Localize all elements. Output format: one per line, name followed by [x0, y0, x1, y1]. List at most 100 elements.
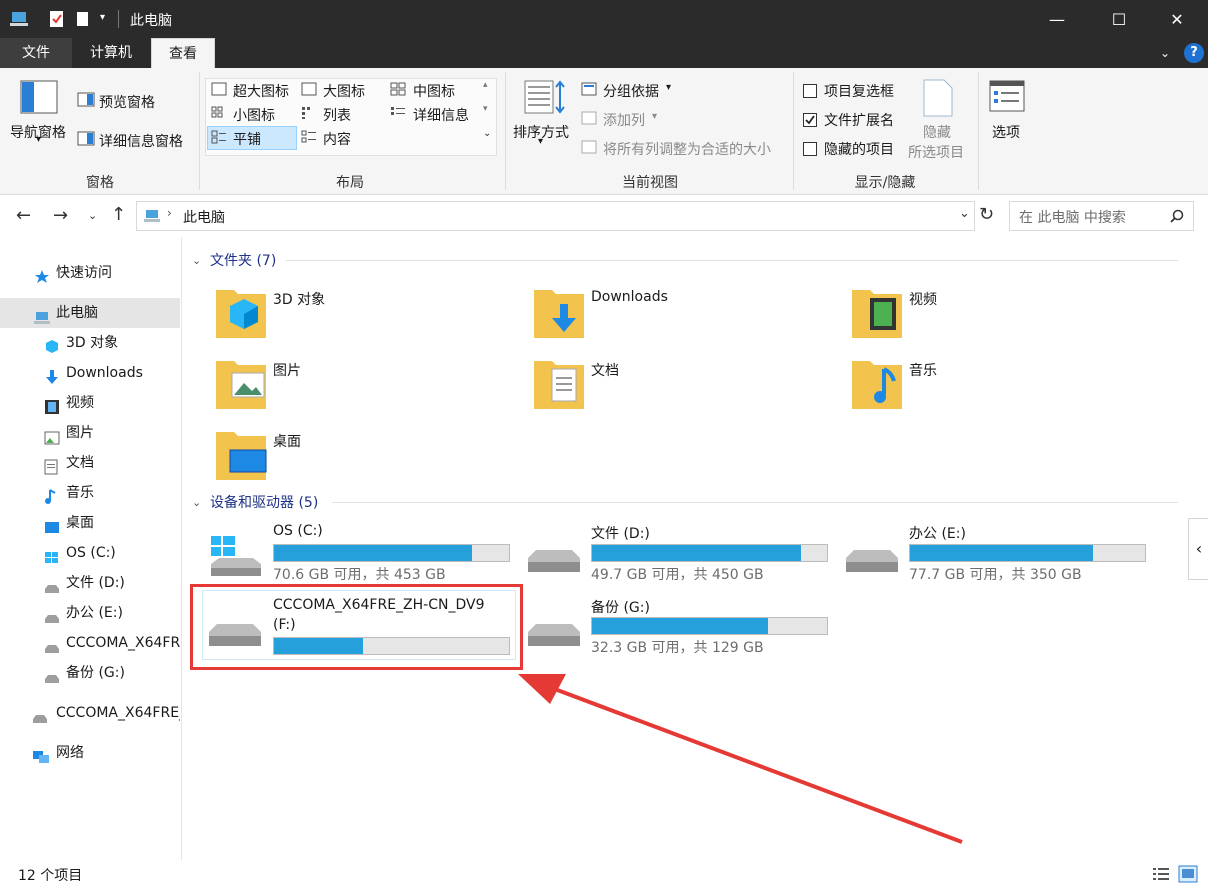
current-view-group-label: 当前视图	[622, 175, 678, 191]
up-arrow-icon[interactable]: ↑	[111, 204, 126, 225]
drive-e-label[interactable]: 办公 (E:)	[909, 523, 966, 543]
list-option[interactable]: 列表	[323, 105, 351, 125]
tiles-option[interactable]: 平铺	[233, 129, 261, 149]
preview-pane-button[interactable]: 预览窗格	[99, 92, 155, 112]
sidebar-item-label: 备份 (G:)	[66, 665, 125, 681]
quick-access-dropdown-icon[interactable]: ▾	[100, 12, 105, 23]
expand-details-pane-button[interactable]: ‹	[1188, 518, 1208, 580]
search-input[interactable]: 在 此电脑 中搜索	[1019, 207, 1126, 227]
search-icon[interactable]	[1170, 209, 1184, 223]
recent-locations-icon[interactable]: ⌄	[88, 209, 97, 222]
tab-file[interactable]: 文件	[0, 38, 72, 68]
folder-label[interactable]: 桌面	[273, 431, 301, 451]
sidebar-item-drive-g[interactable]: 备份 (G:)	[0, 658, 180, 688]
folder-label[interactable]: Downloads	[591, 289, 668, 305]
drive-icon	[44, 666, 60, 683]
pane-divider[interactable]	[181, 237, 182, 860]
desktop-icon	[44, 516, 60, 533]
minimize-button[interactable]: —	[1026, 0, 1088, 38]
breadcrumb-chevron-icon[interactable]: ›	[167, 206, 172, 220]
properties-icon[interactable]	[48, 9, 66, 29]
drive-e-space: 77.7 GB 可用，共 350 GB	[909, 567, 1082, 583]
sort-by-dropdown-icon[interactable]: ▾	[538, 136, 543, 147]
sidebar-item-this-pc[interactable]: 此电脑	[0, 298, 180, 328]
group-by-button[interactable]: 分组依据	[603, 81, 659, 101]
gallery-up-icon[interactable]: ▴	[483, 80, 488, 90]
sidebar-item-desktop[interactable]: 桌面	[0, 508, 180, 538]
details-view-icon[interactable]	[1152, 866, 1170, 882]
search-box[interactable]: 在 此电脑 中搜索	[1009, 201, 1194, 231]
close-button[interactable]: ✕	[1146, 0, 1208, 38]
drive-c-label[interactable]: OS (C:)	[273, 523, 323, 539]
sidebar-item-removable-f[interactable]: CCCOMA_X64FRE_ZH-CN_DV9 (F:)	[0, 698, 180, 728]
close-icon: ✕	[1170, 9, 1184, 29]
add-columns-dropdown-icon[interactable]: ▾	[652, 111, 657, 122]
maximize-button[interactable]: ☐	[1088, 0, 1150, 38]
drive-icon	[32, 706, 48, 723]
details-option[interactable]: 详细信息	[413, 105, 469, 125]
item-checkboxes-checkbox[interactable]	[803, 84, 817, 98]
large-icons-option[interactable]: 大图标	[323, 81, 365, 101]
tab-view[interactable]: 查看	[151, 38, 215, 69]
item-count: 12 个项目	[18, 868, 83, 884]
folder-label[interactable]: 文档	[591, 360, 619, 380]
gallery-down-icon[interactable]: ▾	[483, 104, 488, 114]
medium-icons-option[interactable]: 中图标	[413, 81, 455, 101]
sidebar-item-downloads[interactable]: Downloads	[0, 358, 180, 388]
minimize-icon: —	[1049, 9, 1065, 29]
content-option[interactable]: 内容	[323, 129, 351, 149]
size-all-columns-button[interactable]: 将所有列调整为合适的大小	[603, 139, 771, 159]
new-folder-icon[interactable]	[75, 9, 91, 29]
back-arrow-icon[interactable]: ←	[16, 205, 31, 226]
address-dropdown-icon[interactable]: ⌄	[959, 206, 970, 221]
sidebar-item-drive-e[interactable]: 办公 (E:)	[0, 598, 180, 628]
sidebar-item-label: 办公 (E:)	[66, 605, 123, 621]
group-collapse-icon[interactable]: ⌄	[192, 254, 201, 267]
address-bar[interactable]: › 此电脑 ⌄	[136, 201, 975, 231]
sidebar-item-quick-access[interactable]: 快速访问	[0, 258, 180, 288]
gallery-more-icon[interactable]: ⌄	[483, 128, 491, 139]
folder-label[interactable]: 图片	[273, 360, 301, 380]
drives-group-header[interactable]: 设备和驱动器 (5)	[210, 492, 318, 512]
folder-label[interactable]: 音乐	[909, 360, 937, 380]
sidebar-item-documents[interactable]: 文档	[0, 448, 180, 478]
group-collapse-icon[interactable]: ⌄	[192, 496, 201, 509]
drive-icon	[528, 624, 580, 646]
breadcrumb-this-pc[interactable]: 此电脑	[183, 207, 225, 227]
folder-label[interactable]: 3D 对象	[273, 289, 325, 309]
extra-large-icons-option[interactable]: 超大图标	[233, 81, 289, 101]
sidebar-item-network[interactable]: 网络	[0, 738, 180, 768]
sidebar-item-os-c[interactable]: OS (C:)	[0, 538, 180, 568]
group-by-dropdown-icon[interactable]: ▾	[666, 82, 671, 93]
sidebar-item-drive-f[interactable]: CCCOMA_X64FRE_ZH-CN_DV9 (F:)	[0, 628, 180, 658]
small-icons-option[interactable]: 小图标	[233, 105, 275, 125]
large-icons-view-icon[interactable]	[1178, 865, 1198, 883]
annotation-arrow	[518, 674, 963, 844]
navigation-pane-dropdown-icon[interactable]: ▾	[36, 134, 41, 145]
drive-g-label[interactable]: 备份 (G:)	[591, 597, 650, 617]
hide-selected-label-2[interactable]: 所选项目	[908, 142, 964, 162]
file-extensions-checkbox[interactable]	[803, 113, 817, 127]
details-pane-button[interactable]: 详细信息窗格	[99, 131, 183, 151]
maximize-icon: ☐	[1111, 9, 1127, 29]
help-button[interactable]: ?	[1184, 43, 1204, 63]
hidden-items-checkbox[interactable]	[803, 142, 817, 156]
sidebar-item-music[interactable]: 音乐	[0, 478, 180, 508]
sidebar-item-3d-objects[interactable]: 3D 对象	[0, 328, 180, 358]
drive-d-label[interactable]: 文件 (D:)	[591, 523, 650, 543]
sort-by-icon	[524, 80, 565, 114]
sidebar-item-videos[interactable]: 视频	[0, 388, 180, 418]
extra-large-icons-icon	[211, 82, 227, 96]
tab-computer[interactable]: 计算机	[72, 38, 150, 68]
options-button[interactable]: 选项	[992, 122, 1020, 142]
ribbon-collapse-icon[interactable]: ⌄	[1160, 46, 1170, 60]
hide-selected-label-1[interactable]: 隐藏	[923, 122, 951, 142]
sidebar-item-pictures[interactable]: 图片	[0, 418, 180, 448]
add-columns-button[interactable]: 添加列	[603, 110, 645, 130]
sidebar-item-drive-d[interactable]: 文件 (D:)	[0, 568, 180, 598]
forward-arrow-icon[interactable]: →	[53, 205, 68, 226]
folder-label[interactable]: 视频	[909, 289, 937, 309]
folders-group-header[interactable]: 文件夹 (7)	[210, 250, 276, 270]
options-icon	[989, 80, 1025, 112]
refresh-icon[interactable]: ↻	[979, 204, 994, 225]
